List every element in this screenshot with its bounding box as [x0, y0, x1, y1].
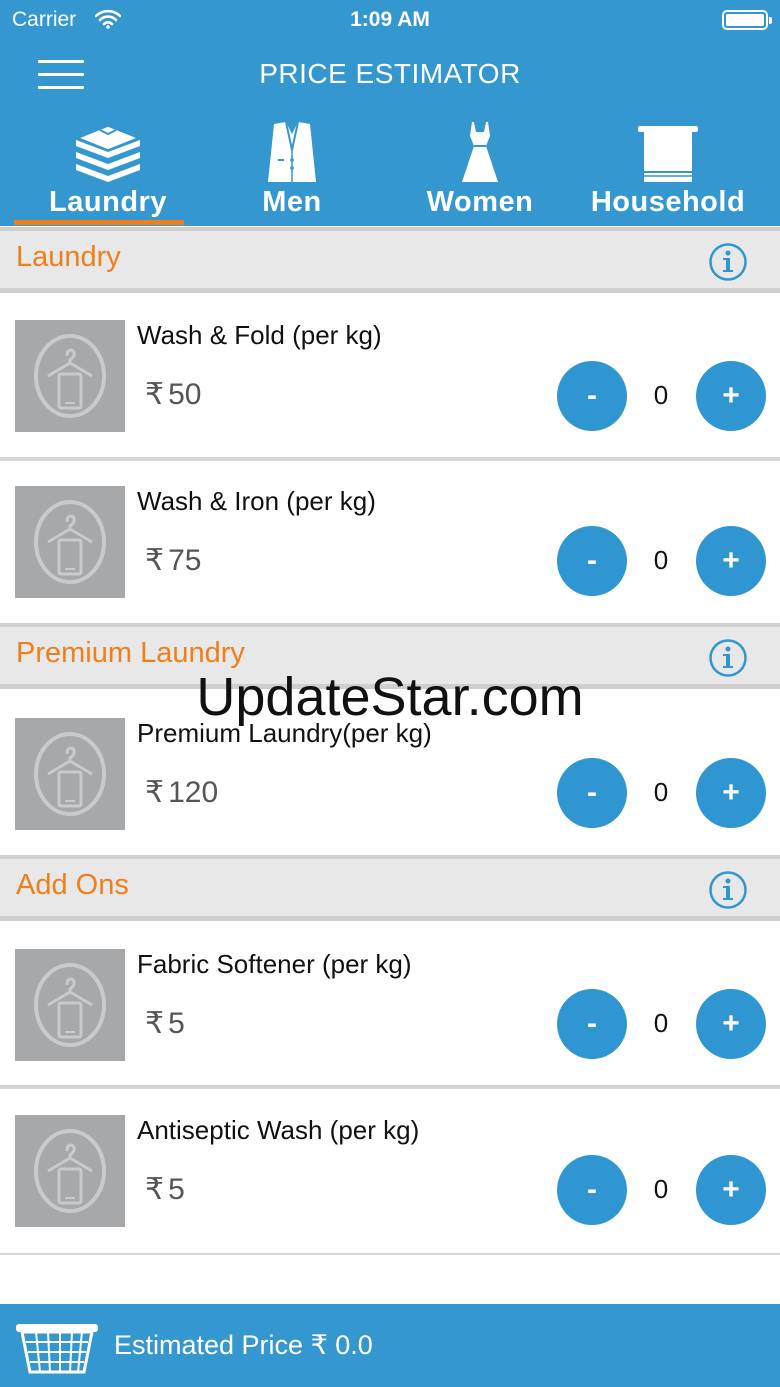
status-bar: Carrier 1:09 AM: [0, 0, 780, 40]
rupee-icon: ₹: [145, 1173, 165, 1206]
item-name: Wash & Iron (per kg): [137, 486, 376, 516]
price-value: 5: [168, 1007, 185, 1040]
page-title: PRICE ESTIMATOR: [259, 58, 521, 89]
price-value: 5: [168, 1173, 185, 1206]
category-tabs: Laundry Men Women Household: [0, 110, 780, 226]
hanger-placeholder-icon: [15, 1115, 125, 1227]
decrease-button[interactable]: -: [557, 989, 627, 1059]
item-price: ₹50: [145, 377, 201, 412]
list-item: Fabric Softener (per kg) ₹5 - 0 +: [0, 921, 780, 1089]
item-name: Premium Laundry(per kg): [137, 718, 432, 748]
decrease-button[interactable]: -: [557, 526, 627, 596]
tab-men[interactable]: Men: [198, 110, 386, 226]
info-icon[interactable]: [708, 870, 748, 910]
quantity-value: 0: [653, 1174, 669, 1204]
status-time: 1:09 AM: [350, 8, 430, 31]
item-name: Fabric Softener (per kg): [137, 949, 412, 979]
info-icon[interactable]: [708, 242, 748, 282]
price-value: 50: [168, 378, 202, 411]
item-price: ₹75: [145, 543, 201, 578]
estimated-price-label: Estimated Price ₹ 0.0: [114, 1330, 373, 1360]
quantity-value: 0: [653, 1008, 669, 1038]
tab-laundry[interactable]: Laundry: [14, 110, 202, 226]
price-value: 75: [168, 544, 202, 577]
laundry-basket-icon: [14, 1318, 100, 1379]
section-title: Laundry: [16, 241, 121, 273]
tab-label: Men: [262, 186, 322, 218]
increase-button[interactable]: +: [696, 989, 766, 1059]
decrease-button[interactable]: -: [557, 1155, 627, 1225]
item-name: Antiseptic Wash (per kg): [137, 1115, 420, 1145]
rupee-icon: ₹: [145, 378, 165, 411]
rupee-icon: ₹: [145, 544, 165, 577]
tab-women[interactable]: Women: [386, 110, 574, 226]
item-price: ₹5: [145, 1172, 185, 1207]
tab-household[interactable]: Household: [574, 110, 762, 226]
hanger-placeholder-icon: [15, 486, 125, 598]
increase-button[interactable]: +: [696, 1155, 766, 1225]
folded-clothes-icon: [14, 120, 202, 190]
section-title: Add Ons: [16, 869, 129, 901]
list-item: Wash & Fold (per kg) ₹50 - 0 +: [0, 293, 780, 461]
item-price: ₹5: [145, 1006, 185, 1041]
info-icon[interactable]: [708, 638, 748, 678]
decrease-button[interactable]: -: [557, 758, 627, 828]
increase-button[interactable]: +: [696, 361, 766, 431]
increase-button[interactable]: +: [696, 758, 766, 828]
price-value: 120: [168, 776, 219, 809]
quantity-value: 0: [653, 777, 669, 807]
item-name: Wash & Fold (per kg): [137, 320, 382, 350]
rupee-icon: ₹: [145, 776, 165, 809]
section-header-premium-laundry: Premium Laundry: [0, 623, 780, 689]
app-header: Carrier 1:09 AM PRICE ESTIMATOR Laundry …: [0, 0, 780, 226]
item-price: ₹120: [145, 775, 218, 810]
increase-button[interactable]: +: [696, 526, 766, 596]
hanger-placeholder-icon: [15, 320, 125, 432]
battery-icon: [722, 10, 772, 30]
list-item: Premium Laundry(per kg) ₹120 - 0 +: [0, 689, 780, 859]
section-title: Premium Laundry: [16, 637, 245, 669]
estimated-price-bar[interactable]: Estimated Price ₹ 0.0: [0, 1304, 780, 1387]
tab-label: Laundry: [49, 186, 167, 218]
active-tab-indicator: [14, 220, 184, 225]
tab-label: Household: [590, 186, 746, 218]
hanger-placeholder-icon: [15, 718, 125, 830]
list-item: Wash & Iron (per kg) ₹75 - 0 +: [0, 461, 780, 627]
rupee-icon: ₹: [145, 1007, 165, 1040]
suit-icon: [198, 120, 386, 190]
list-item: Antiseptic Wash (per kg) ₹5 - 0 +: [0, 1089, 780, 1255]
quantity-value: 0: [653, 380, 669, 410]
quantity-value: 0: [653, 545, 669, 575]
towel-icon: [574, 120, 762, 190]
tab-label: Women: [426, 186, 534, 218]
hanger-placeholder-icon: [15, 949, 125, 1061]
decrease-button[interactable]: -: [557, 361, 627, 431]
section-header-laundry: Laundry: [0, 227, 780, 293]
section-header-add-ons: Add Ons: [0, 855, 780, 921]
dress-icon: [386, 120, 574, 190]
